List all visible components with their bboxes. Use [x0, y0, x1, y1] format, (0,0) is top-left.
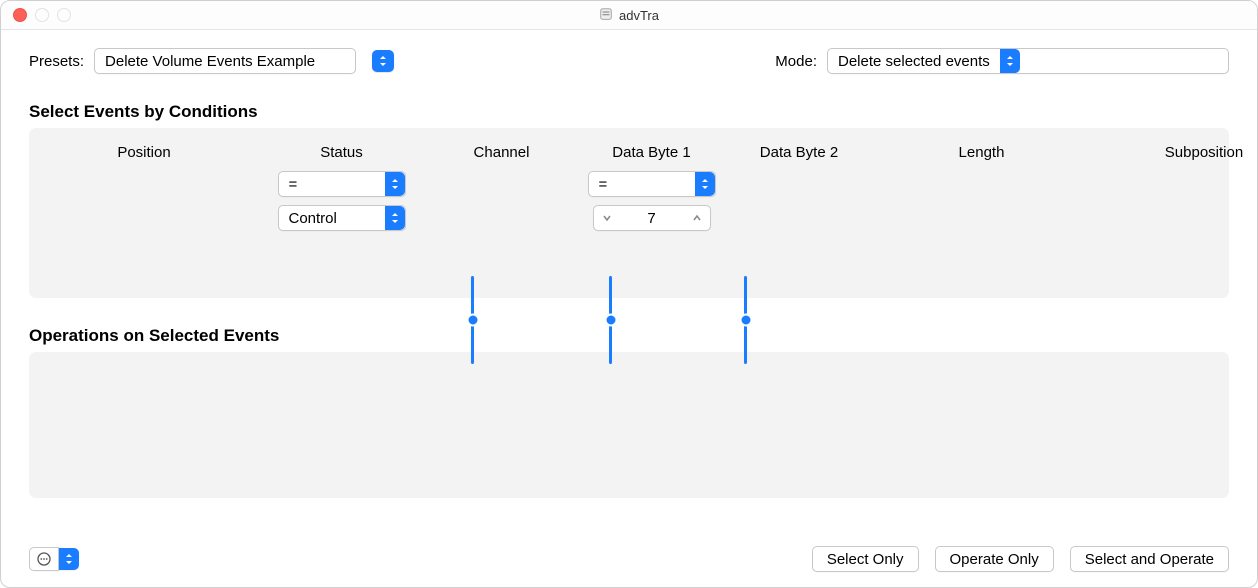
col-subposition: Subposition [1089, 138, 1258, 167]
chevron-updown-icon [385, 206, 405, 230]
mode-label: Mode: [775, 53, 817, 70]
mode-select[interactable]: Delete selected events [827, 48, 1229, 74]
presets-select[interactable]: Delete Volume Events Example [94, 48, 356, 74]
col-status: Status [259, 138, 424, 167]
transform-window: advTra Presets: Delete Volume Events Exa… [0, 0, 1258, 588]
data1-operator-select[interactable]: = [588, 171, 716, 197]
presets-label: Presets: [29, 53, 84, 70]
status-value: Control [289, 210, 385, 227]
more-actions-dropdown[interactable] [59, 548, 79, 570]
status-value-select[interactable]: Control [278, 205, 406, 231]
operations-panel [29, 352, 1229, 498]
divider-handle[interactable] [471, 276, 474, 364]
status-operator-value: = [289, 176, 385, 193]
window-controls [1, 8, 71, 22]
zoom-window-button[interactable] [57, 8, 71, 22]
col-data2: Data Byte 2 [724, 138, 874, 167]
col-position: Position [29, 138, 259, 167]
presets-dropdown-button[interactable] [372, 50, 394, 72]
app-icon [599, 7, 613, 24]
col-channel: Channel [424, 138, 579, 167]
chevron-updown-icon [695, 172, 715, 196]
stepper-down-button[interactable] [594, 206, 620, 230]
select-only-button[interactable]: Select Only [812, 546, 919, 572]
stepper-up-button[interactable] [684, 206, 710, 230]
data1-operator-value: = [599, 176, 695, 193]
chevron-updown-icon [385, 172, 405, 196]
select-and-operate-button[interactable]: Select and Operate [1070, 546, 1229, 572]
divider-handle[interactable] [609, 276, 612, 364]
divider-handle[interactable] [744, 276, 747, 364]
mode-dropdown-icon [1000, 49, 1020, 73]
more-actions-button[interactable] [29, 547, 59, 571]
operate-only-button[interactable]: Operate Only [935, 546, 1054, 572]
data1-value-stepper[interactable]: 7 [593, 205, 711, 231]
window-title: advTra [1, 7, 1257, 24]
col-length: Length [874, 138, 1089, 167]
data1-value: 7 [620, 210, 684, 227]
minimize-window-button[interactable] [35, 8, 49, 22]
conditions-title: Select Events by Conditions [29, 102, 1229, 122]
mode-value: Delete selected events [828, 53, 1000, 70]
presets-value: Delete Volume Events Example [95, 53, 325, 70]
conditions-panel: Position Status Channel Data Byte 1 Data… [29, 128, 1229, 298]
status-operator-select[interactable]: = [278, 171, 406, 197]
window-title-text: advTra [619, 8, 659, 23]
col-data1: Data Byte 1 [579, 138, 724, 167]
operations-title: Operations on Selected Events [29, 326, 1229, 346]
titlebar: advTra [1, 1, 1257, 30]
close-window-button[interactable] [13, 8, 27, 22]
